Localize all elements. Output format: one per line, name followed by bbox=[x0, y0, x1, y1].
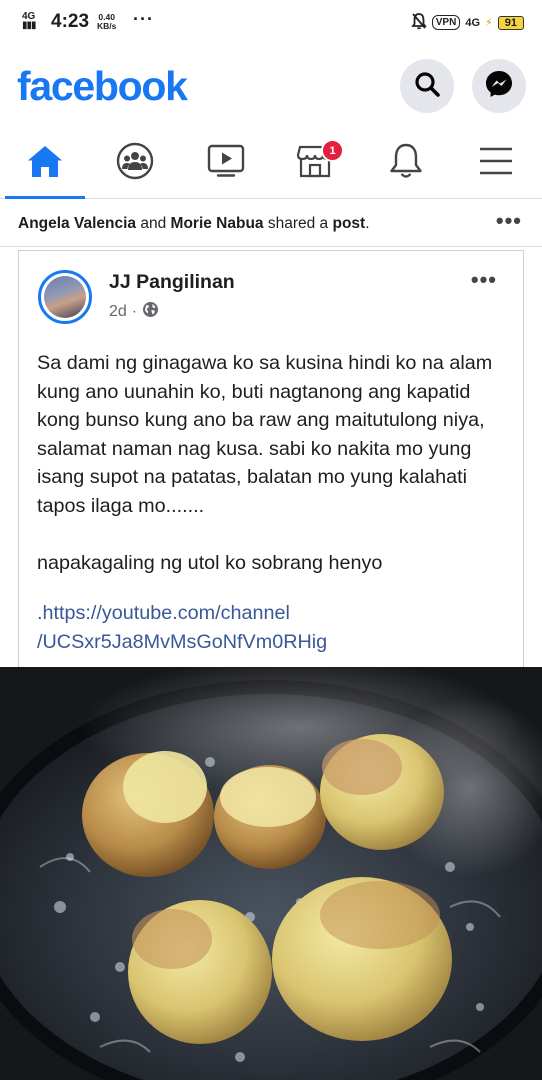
nav-menu[interactable] bbox=[456, 130, 536, 196]
marketplace-badge: 1 bbox=[321, 139, 344, 162]
signal-indicator: 4G ▮▮▮ bbox=[22, 11, 36, 31]
shared-banner: Angela Valencia and Morie Nabua shared a… bbox=[0, 200, 542, 247]
search-button[interactable] bbox=[400, 59, 454, 113]
boiling-potatoes-image bbox=[0, 667, 542, 1080]
status-right: VPN 4G ⚡ 91 bbox=[410, 12, 524, 33]
groups-icon bbox=[115, 142, 155, 185]
more-horizontal-icon: ••• bbox=[495, 208, 522, 233]
shared-user-2[interactable]: Morie Nabua bbox=[171, 215, 264, 232]
home-icon bbox=[25, 143, 65, 184]
nav-watch[interactable] bbox=[186, 130, 266, 196]
shared-user-1[interactable]: Angela Valencia bbox=[18, 215, 136, 232]
bell-icon bbox=[386, 142, 426, 185]
meta-separator: · bbox=[131, 303, 138, 320]
network-type: 4G bbox=[465, 16, 481, 29]
more-horizontal-icon: ••• bbox=[470, 267, 497, 292]
nav-groups[interactable] bbox=[95, 130, 175, 196]
post-link[interactable]: .https://youtube.com/channel /UCSxr5Ja8M… bbox=[37, 599, 517, 656]
shared-action: shared a bbox=[267, 215, 329, 232]
post-more-button[interactable]: ••• bbox=[471, 267, 497, 293]
status-more-icon: ··· bbox=[133, 9, 154, 29]
app-header: facebook bbox=[0, 55, 542, 125]
charging-icon: ⚡ bbox=[485, 17, 493, 29]
shared-period: . bbox=[365, 215, 370, 232]
messenger-button[interactable] bbox=[472, 59, 526, 113]
globe-icon bbox=[142, 301, 159, 323]
watch-icon bbox=[206, 143, 246, 184]
mute-icon bbox=[410, 12, 427, 33]
status-bar: 4G ▮▮▮ 4:23 0.40 KB/s ··· VPN 4G ⚡ 91 bbox=[0, 0, 542, 48]
post-author[interactable]: JJ Pangilinan bbox=[109, 271, 235, 294]
post-time[interactable]: 2d bbox=[109, 303, 127, 321]
network-speed: 0.40 KB/s bbox=[97, 13, 116, 31]
battery-level: 91 bbox=[497, 15, 524, 30]
post-body: Sa dami ng ginagawa ko sa kusina hindi k… bbox=[37, 352, 493, 575]
network-speed-unit: KB/s bbox=[97, 21, 117, 31]
post-card: JJ Pangilinan 2d · ••• Sa dami ng ginaga… bbox=[18, 250, 524, 681]
avatar-photo bbox=[44, 276, 86, 318]
shared-conj: and bbox=[140, 215, 167, 232]
nav-active-indicator bbox=[5, 196, 85, 199]
nav-marketplace[interactable]: 1 bbox=[275, 130, 355, 196]
menu-icon bbox=[476, 144, 516, 183]
facebook-logo[interactable]: facebook bbox=[17, 63, 188, 110]
main-nav: 1 bbox=[0, 130, 542, 199]
messenger-icon bbox=[484, 69, 514, 104]
nav-home[interactable] bbox=[5, 130, 85, 196]
banner-more-button[interactable]: ••• bbox=[496, 208, 522, 234]
shared-text: Angela Valencia and Morie Nabua shared a… bbox=[18, 215, 370, 233]
post-photo[interactable] bbox=[0, 667, 542, 1080]
nav-notifications[interactable] bbox=[366, 130, 446, 196]
search-icon bbox=[413, 70, 441, 103]
post-meta: 2d · bbox=[109, 301, 159, 323]
shared-object[interactable]: post bbox=[333, 215, 366, 232]
author-avatar[interactable] bbox=[38, 270, 92, 324]
clock: 4:23 bbox=[51, 11, 90, 32]
vpn-badge: VPN bbox=[431, 15, 461, 30]
